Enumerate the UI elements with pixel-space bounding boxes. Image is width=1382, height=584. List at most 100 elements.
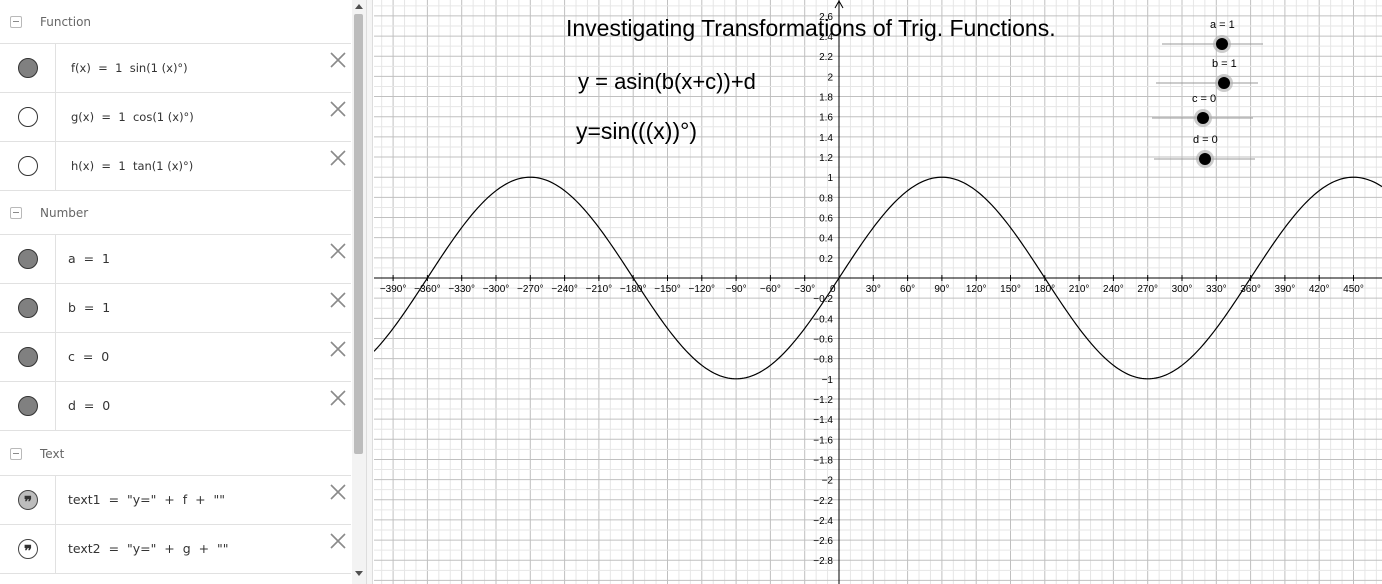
visibility-toggle-icon[interactable]: [18, 396, 38, 416]
visibility-toggle-icon[interactable]: [18, 298, 38, 318]
y-tick-label: 2.2: [819, 52, 833, 63]
delete-icon[interactable]: [329, 483, 347, 501]
scroll-up-icon[interactable]: [355, 4, 363, 9]
scroll-down-icon[interactable]: [355, 571, 363, 576]
text-expression[interactable]: text1 = "y=" + f + "": [68, 492, 225, 507]
group-label: Text: [40, 447, 65, 461]
group-label: Number: [40, 206, 89, 220]
x-tick-label: 210°: [1069, 284, 1090, 295]
x-tick-label: −60°: [760, 284, 781, 295]
algebra-row-a[interactable]: a = 1: [0, 235, 351, 284]
visibility-toggle-icon[interactable]: [18, 347, 38, 367]
marble-cell: [0, 284, 56, 332]
function-expression[interactable]: f(x) = 1 sin(1 (x)°): [71, 61, 188, 75]
y-tick-label: −0.4: [813, 314, 833, 325]
x-tick-label: −30°: [794, 284, 815, 295]
x-tick-label: −180°: [620, 284, 647, 295]
number-expression[interactable]: d = 0: [68, 398, 110, 413]
slider-handle[interactable]: [1218, 77, 1230, 89]
algebra-scrollbar[interactable]: [352, 0, 366, 584]
x-tick-label: 90°: [934, 284, 949, 295]
marble-cell: ❞: [0, 476, 56, 524]
delete-icon[interactable]: [329, 51, 347, 69]
slider-label: a = 1: [1210, 19, 1235, 31]
x-tick-label: 450°: [1343, 284, 1364, 295]
y-tick-label: −0.2: [813, 294, 833, 305]
x-tick-label: −90°: [726, 284, 747, 295]
y-tick-label: 0.8: [819, 193, 833, 204]
delete-icon[interactable]: [329, 149, 347, 167]
visibility-toggle-icon[interactable]: [18, 107, 38, 127]
y-tick-label: 1.8: [819, 93, 833, 104]
delete-icon[interactable]: [329, 291, 347, 309]
x-tick-label: −150°: [654, 284, 681, 295]
delete-icon[interactable]: [329, 532, 347, 550]
x-tick-label: −390°: [380, 284, 407, 295]
scroll-thumb[interactable]: [354, 14, 363, 454]
marble-cell: [0, 142, 56, 190]
algebra-row-g[interactable]: g(x) = 1 cos(1 (x)°): [0, 93, 351, 142]
title-text[interactable]: Investigating Transformations of Trig. F…: [566, 15, 1056, 41]
x-tick-label: 330°: [1206, 284, 1227, 295]
collapse-icon[interactable]: [10, 16, 22, 28]
collapse-icon[interactable]: [10, 448, 22, 460]
y-tick-label: 1: [827, 173, 833, 184]
graphics-view[interactable]: −390° −360° −330° −300° −270° −240° −210° −180°…: [374, 0, 1382, 584]
x-tick-label: −330°: [448, 284, 475, 295]
delete-icon[interactable]: [329, 100, 347, 118]
algebra-row-text1[interactable]: ❞ text1 = "y=" + f + "": [0, 476, 351, 525]
slider-handle[interactable]: [1216, 38, 1228, 50]
current-function-text[interactable]: y=sin(((x))°): [576, 118, 697, 144]
y-tick-label: 1.2: [819, 153, 833, 164]
x-tick-label: −240°: [551, 284, 578, 295]
function-expression[interactable]: h(x) = 1 tan(1 (x)°): [71, 159, 193, 173]
graphics-canvas[interactable]: −390° −360° −330° −300° −270° −240° −210° −180°…: [374, 0, 1382, 584]
collapse-icon[interactable]: [10, 207, 22, 219]
x-tick-label: −210°: [586, 284, 613, 295]
number-expression[interactable]: b = 1: [68, 300, 110, 315]
delete-icon[interactable]: [329, 340, 347, 358]
visibility-toggle-icon[interactable]: [18, 58, 38, 78]
number-expression[interactable]: a = 1: [68, 251, 110, 266]
x-tick-label: −360°: [414, 284, 441, 295]
marble-cell: ❞: [0, 525, 56, 573]
y-tick-label: −1.6: [813, 435, 833, 446]
slider-handle[interactable]: [1199, 153, 1211, 165]
group-label: Function: [40, 15, 92, 29]
quote-glyph: ❞: [23, 541, 33, 560]
marble-cell: [0, 333, 56, 381]
y-tick-label: 0.2: [819, 254, 833, 265]
y-tick-label: −1: [822, 375, 834, 386]
x-tick-label: 420°: [1309, 284, 1330, 295]
text-expression[interactable]: text2 = "y=" + g + "": [68, 541, 229, 556]
visibility-toggle-icon[interactable]: [18, 156, 38, 176]
algebra-row-d[interactable]: d = 0: [0, 382, 351, 431]
algebra-row-h[interactable]: h(x) = 1 tan(1 (x)°): [0, 142, 351, 191]
quote-visibility-icon[interactable]: ❞: [18, 490, 38, 510]
x-tick-label: 120°: [966, 284, 987, 295]
slider-handle[interactable]: [1197, 112, 1209, 124]
quote-visibility-icon[interactable]: ❞: [18, 539, 38, 559]
number-expression[interactable]: c = 0: [68, 349, 109, 364]
x-tick-label: −120°: [689, 284, 716, 295]
slider-d[interactable]: d = 0: [1154, 134, 1255, 168]
algebra-row-f[interactable]: f(x) = 1 sin(1 (x)°): [0, 44, 351, 93]
x-tick-label: −270°: [517, 284, 544, 295]
delete-icon[interactable]: [329, 389, 347, 407]
group-header-number[interactable]: Number: [0, 191, 351, 235]
formula-text[interactable]: y = asin(b(x+c))+d: [578, 69, 756, 94]
y-tick-label: 2: [827, 72, 833, 83]
y-tick-label: −2.4: [813, 516, 833, 527]
group-header-text[interactable]: Text: [0, 432, 351, 476]
slider-c[interactable]: c = 0: [1152, 93, 1253, 127]
delete-icon[interactable]: [329, 242, 347, 260]
group-header-function[interactable]: Function: [0, 0, 351, 44]
algebra-row-text2[interactable]: ❞ text2 = "y=" + g + "": [0, 525, 351, 574]
algebra-row-b[interactable]: b = 1: [0, 284, 351, 333]
view-splitter[interactable]: [366, 0, 373, 584]
y-tick-label: −1.4: [813, 415, 833, 426]
algebra-row-c[interactable]: c = 0: [0, 333, 351, 382]
function-expression[interactable]: g(x) = 1 cos(1 (x)°): [71, 110, 194, 124]
y-tick-label: −1.2: [813, 395, 833, 406]
visibility-toggle-icon[interactable]: [18, 249, 38, 269]
